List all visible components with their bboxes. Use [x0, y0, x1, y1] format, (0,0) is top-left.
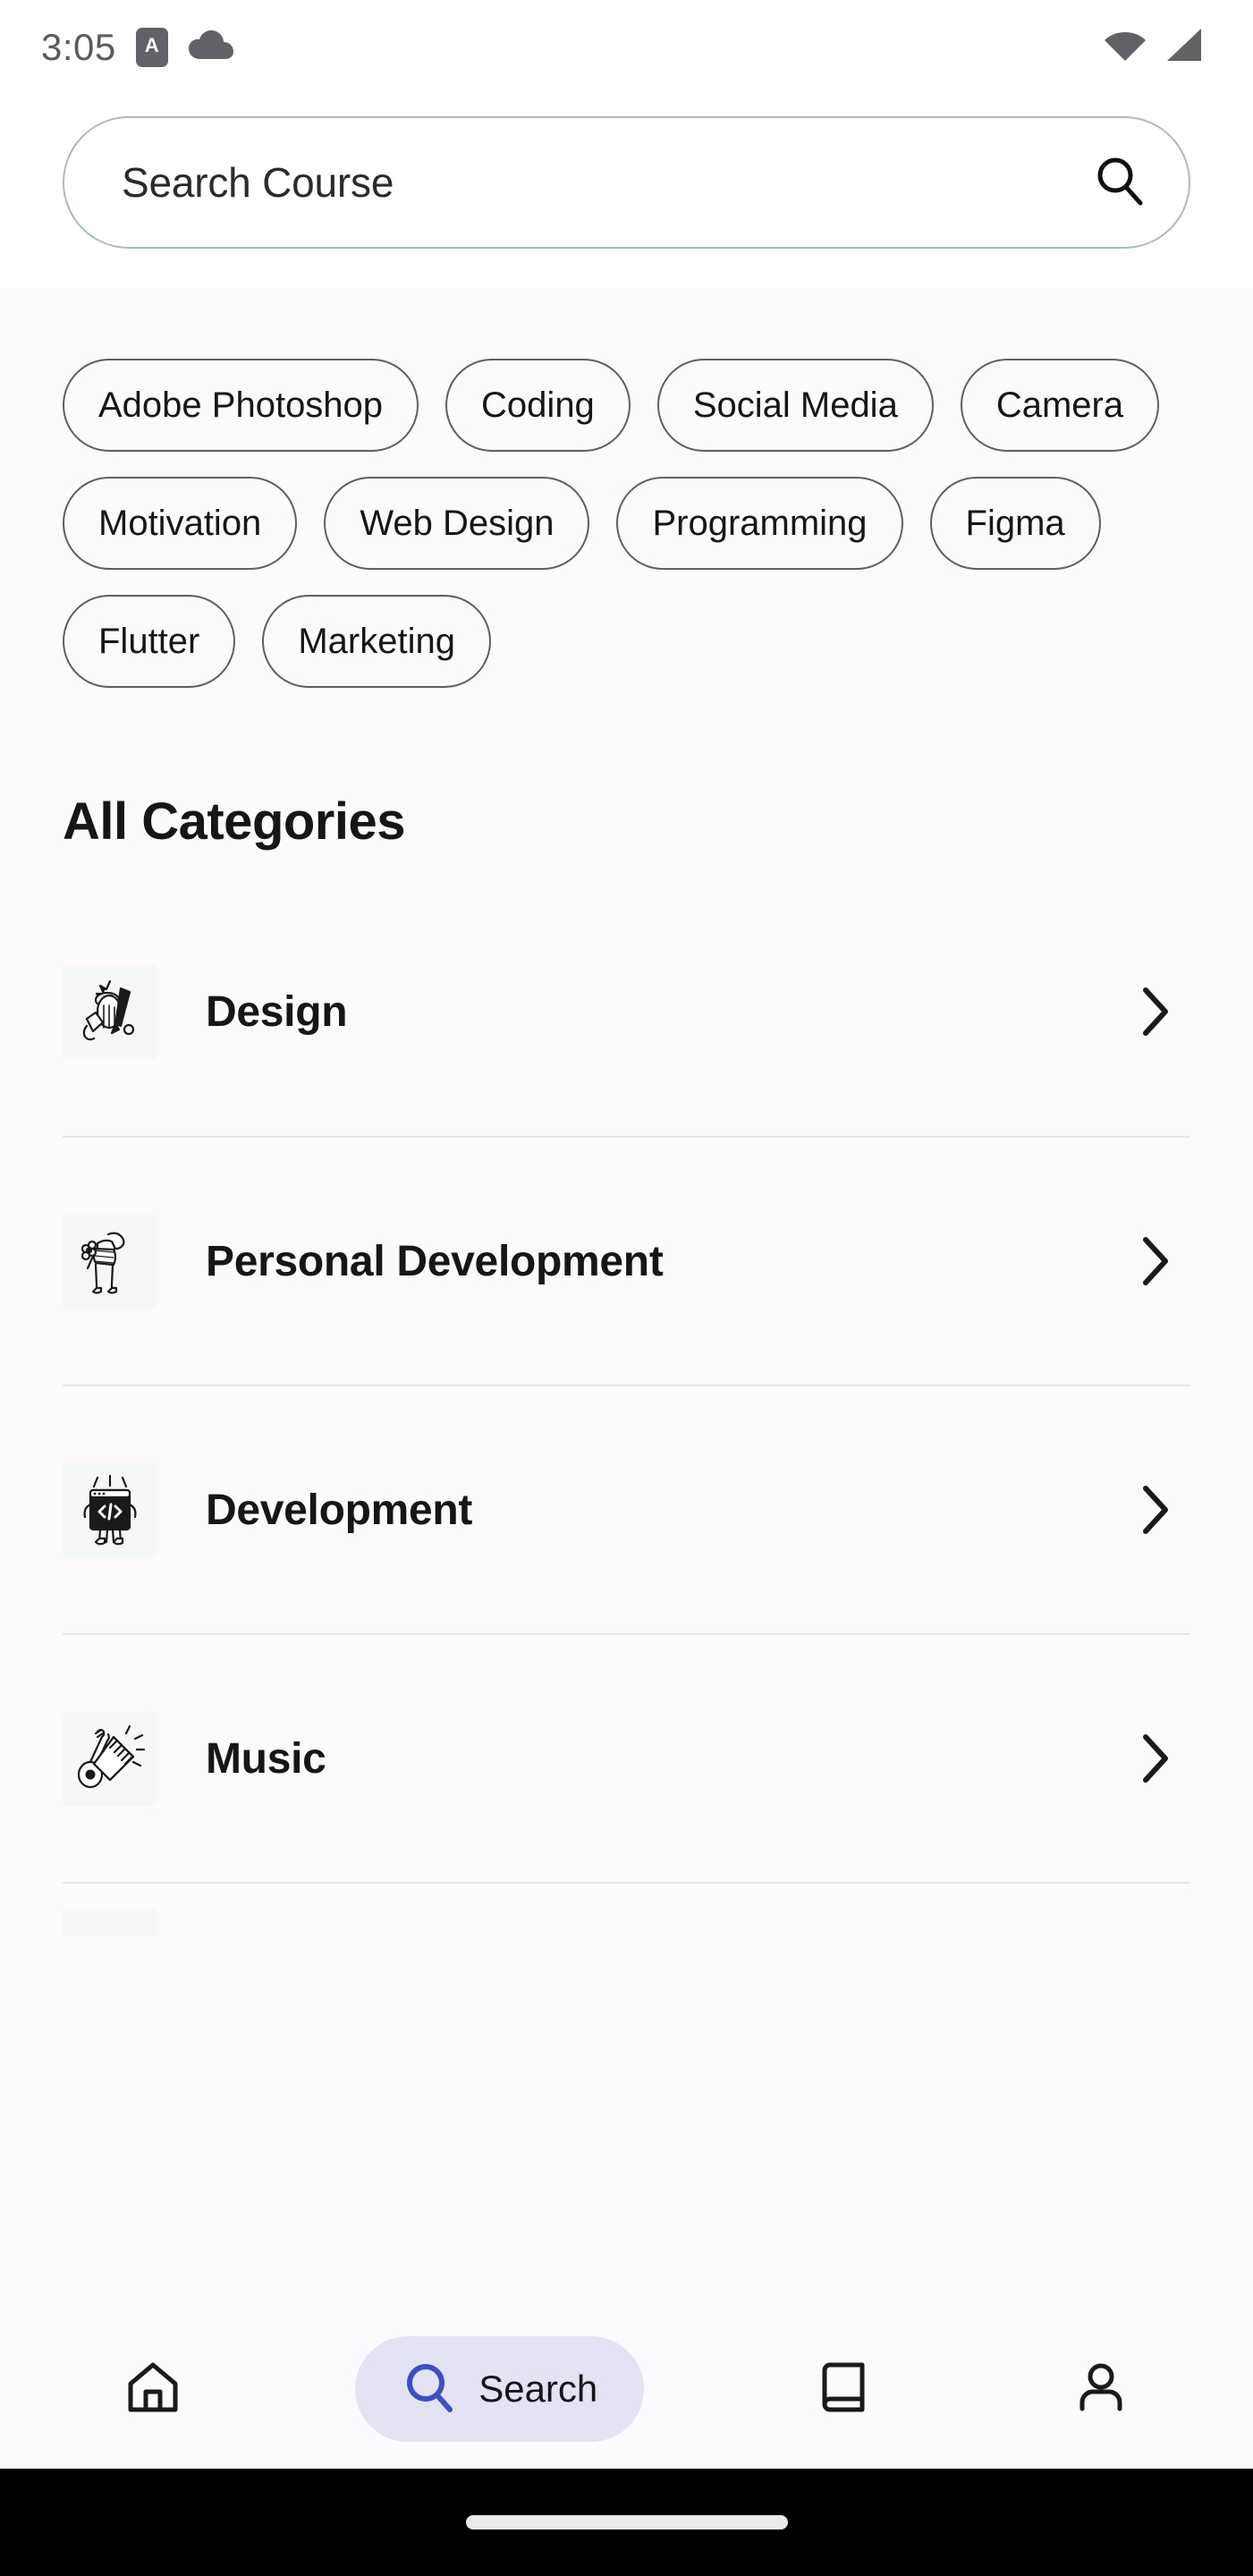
- chevron-right-icon[interactable]: [1135, 1481, 1174, 1538]
- gesture-handle[interactable]: [465, 2515, 788, 2529]
- chevron-right-icon[interactable]: [1135, 1730, 1174, 1787]
- wifi-icon: [1103, 27, 1147, 67]
- book-icon[interactable]: [817, 2358, 873, 2421]
- category-chip-group: Adobe Photoshop Coding Social Media Came…: [63, 289, 1190, 688]
- category-list: Design Personal Development Development …: [63, 887, 1190, 1936]
- chevron-right-icon[interactable]: [1135, 983, 1174, 1040]
- nav-item-library[interactable]: [791, 2336, 900, 2442]
- status-bar-clock: 3:05: [41, 25, 116, 68]
- bottom-navigation-bar: Search: [0, 2309, 1253, 2469]
- chip-coding[interactable]: Coding: [445, 359, 631, 452]
- system-navigation-bar: [0, 2469, 1253, 2576]
- guitar-and-keyboard-doodle-illustration: [63, 1711, 157, 1806]
- category-row-music[interactable]: Music: [63, 1633, 1190, 1882]
- category-row-partial[interactable]: [63, 1882, 1190, 1936]
- app-badge-icon: A: [135, 27, 168, 67]
- category-thumbnail-partial: [63, 1909, 157, 1936]
- code-window-character-doodle-illustration: [63, 1462, 157, 1557]
- chip-programming[interactable]: Programming: [616, 477, 903, 570]
- design-doodle-illustration: [63, 964, 157, 1059]
- category-row-development[interactable]: Development: [63, 1385, 1190, 1633]
- chip-social-media[interactable]: Social Media: [656, 359, 934, 452]
- phone-screen: 3:05 A Search Course Adobe Photoshop Cod…: [0, 0, 1253, 2576]
- category-label: Music: [206, 1734, 326, 1783]
- search-icon[interactable]: [1092, 153, 1147, 213]
- chip-figma[interactable]: Figma: [929, 477, 1101, 570]
- person-icon[interactable]: [1072, 2359, 1130, 2420]
- status-bar: 3:05 A: [0, 0, 1253, 94]
- nav-item-search[interactable]: Search: [355, 2336, 645, 2442]
- home-icon[interactable]: [123, 2358, 182, 2421]
- category-label: Personal Development: [206, 1237, 664, 1285]
- chip-web-design[interactable]: Web Design: [324, 477, 590, 570]
- category-label: Design: [206, 987, 348, 1036]
- person-with-flower-doodle-illustration: [63, 1214, 157, 1309]
- chip-marketing[interactable]: Marketing: [262, 595, 491, 688]
- chip-flutter[interactable]: Flutter: [63, 595, 236, 688]
- category-label: Development: [206, 1486, 473, 1534]
- status-bar-left: 3:05 A: [41, 26, 234, 69]
- nav-item-profile[interactable]: [1046, 2336, 1156, 2442]
- search-bar[interactable]: Search Course: [63, 116, 1190, 249]
- search-input[interactable]: Search Course: [122, 158, 394, 207]
- chevron-right-icon[interactable]: [1135, 1233, 1174, 1290]
- nav-item-home[interactable]: [97, 2336, 209, 2442]
- search-icon[interactable]: [402, 2360, 457, 2419]
- category-row-design[interactable]: Design: [63, 887, 1190, 1136]
- page-title: All Categories: [63, 792, 406, 851]
- search-header: Search Course: [0, 94, 1253, 289]
- chip-motivation[interactable]: Motivation: [63, 477, 298, 570]
- nav-item-label: Search: [478, 2368, 598, 2410]
- chip-adobe-photoshop[interactable]: Adobe Photoshop: [63, 359, 419, 452]
- cloud-icon: [188, 29, 234, 65]
- cellular-signal-icon: [1164, 27, 1203, 67]
- category-row-personal-development[interactable]: Personal Development: [63, 1136, 1190, 1385]
- content-scroll-area[interactable]: Adobe Photoshop Coding Social Media Came…: [0, 289, 1253, 2309]
- status-bar-right: [1103, 27, 1203, 67]
- chip-camera[interactable]: Camera: [960, 359, 1160, 452]
